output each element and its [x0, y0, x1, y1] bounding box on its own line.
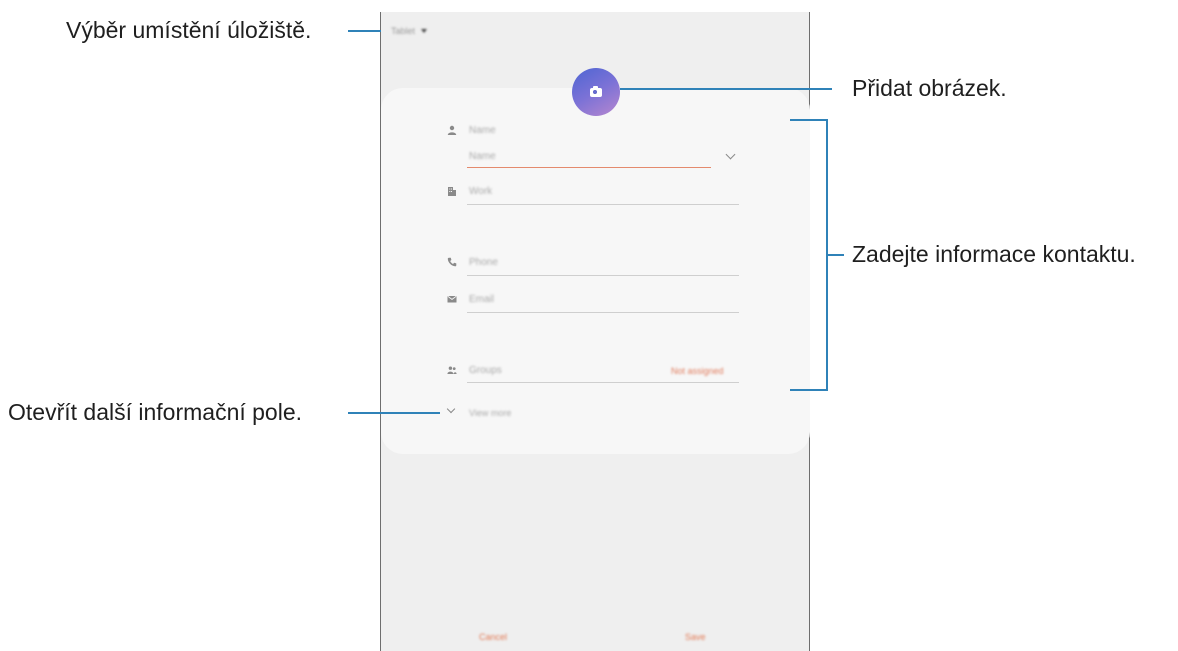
people-icon — [447, 366, 457, 374]
name-input-underline — [467, 167, 711, 168]
envelope-icon — [447, 295, 457, 303]
storage-location-selector[interactable]: Tablet — [391, 24, 428, 38]
name-expand-chevron-icon[interactable] — [725, 149, 736, 160]
building-icon — [448, 187, 456, 196]
callout-bracket-bottom — [790, 389, 828, 391]
email-input[interactable]: Email — [469, 294, 494, 305]
callout-bracket-top — [790, 119, 828, 121]
contact-form-card: Name Name Work Phone Email Groups Not as… — [381, 88, 810, 454]
name-section-label: Name — [469, 125, 496, 136]
work-input-underline — [467, 204, 739, 205]
callout-contact-line — [826, 254, 844, 256]
add-picture-button[interactable] — [572, 68, 620, 116]
phone-icon — [447, 257, 457, 267]
name-input[interactable]: Name — [469, 151, 496, 162]
phone-input-underline — [467, 275, 739, 276]
phone-input[interactable]: Phone — [469, 257, 498, 268]
groups-underline — [467, 382, 739, 383]
work-input[interactable]: Work — [469, 186, 492, 197]
callout-more-fields-line — [348, 412, 440, 414]
camera-icon — [590, 85, 602, 97]
save-button[interactable]: Save — [685, 632, 706, 642]
contact-editor-screen: Tablet Name Name Work Phone Email Groups… — [380, 12, 810, 651]
callout-contact-text: Zadejte informace kontaktu. — [852, 241, 1136, 267]
callout-more-fields-text: Otevřít další informační pole. — [8, 399, 303, 425]
view-more-button[interactable]: View more — [469, 408, 511, 418]
cancel-button[interactable]: Cancel — [479, 632, 507, 642]
caret-down-icon — [421, 29, 428, 33]
callout-picture-line — [620, 88, 832, 90]
groups-value[interactable]: Not assigned — [671, 366, 724, 376]
person-icon — [447, 125, 457, 135]
callout-storage-line — [348, 30, 381, 32]
callout-storage-text: Výběr umístění úložiště. — [66, 17, 312, 43]
chevron-down-icon[interactable] — [446, 404, 456, 414]
storage-location-label: Tablet — [391, 26, 416, 36]
callout-picture-text: Přidat obrázek. — [852, 75, 1007, 101]
email-input-underline — [467, 312, 739, 313]
groups-label[interactable]: Groups — [469, 365, 502, 376]
